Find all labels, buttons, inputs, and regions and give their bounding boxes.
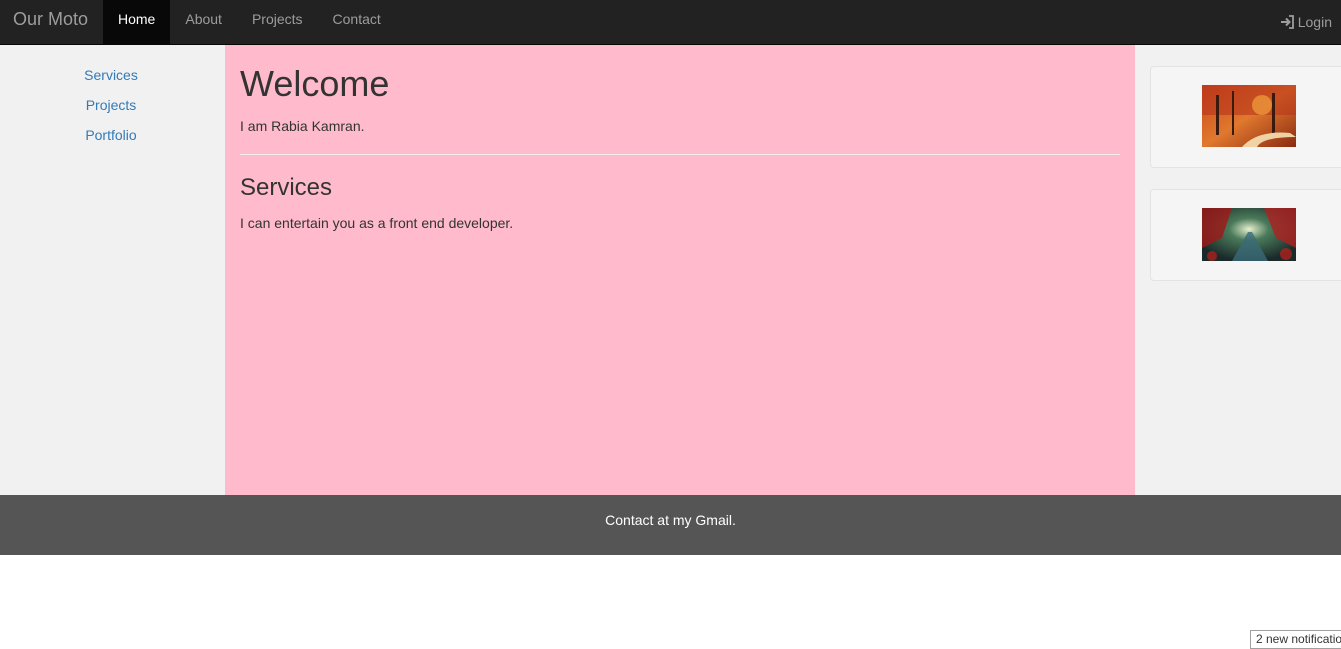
nav-item-home[interactable]: Home (103, 0, 171, 44)
login-link[interactable]: Login (1280, 0, 1332, 44)
footer: Contact at my Gmail. (0, 495, 1341, 555)
right-sidebar (1135, 45, 1341, 495)
divider (240, 154, 1120, 155)
brand-logo[interactable]: Our Moto (13, 9, 88, 29)
sidebar-link-portfolio[interactable]: Portfolio (0, 127, 222, 143)
intro-text: I am Rabia Kamran. (240, 118, 365, 134)
image-card (1150, 66, 1341, 168)
notification-popup[interactable]: 2 new notifications (1250, 630, 1341, 649)
image-card (1150, 189, 1341, 281)
login-label: Login (1297, 14, 1332, 30)
sidebar-link-projects[interactable]: Projects (0, 97, 222, 113)
sidebar-link-services[interactable]: Services (0, 67, 222, 83)
nav-menu: Home About Projects Contact (103, 0, 396, 44)
main-content: Welcome I am Rabia Kamran. Services I ca… (225, 45, 1135, 495)
top-navbar: Our Moto Home About Projects Contact Log… (0, 0, 1341, 45)
left-sidebar: Services Projects Portfolio (0, 45, 225, 495)
nav-item-about[interactable]: About (170, 0, 237, 44)
section-text: I can entertain you as a front end devel… (240, 215, 514, 231)
footer-text: Contact at my Gmail. (605, 512, 736, 528)
page-title: Welcome (240, 63, 390, 104)
login-icon (1280, 15, 1295, 29)
autumn-forest-path-image (1202, 85, 1296, 147)
section-title: Services (240, 174, 333, 201)
autumn-forest-road-image (1202, 208, 1296, 261)
nav-item-contact[interactable]: Contact (318, 0, 396, 44)
nav-item-projects[interactable]: Projects (237, 0, 318, 44)
